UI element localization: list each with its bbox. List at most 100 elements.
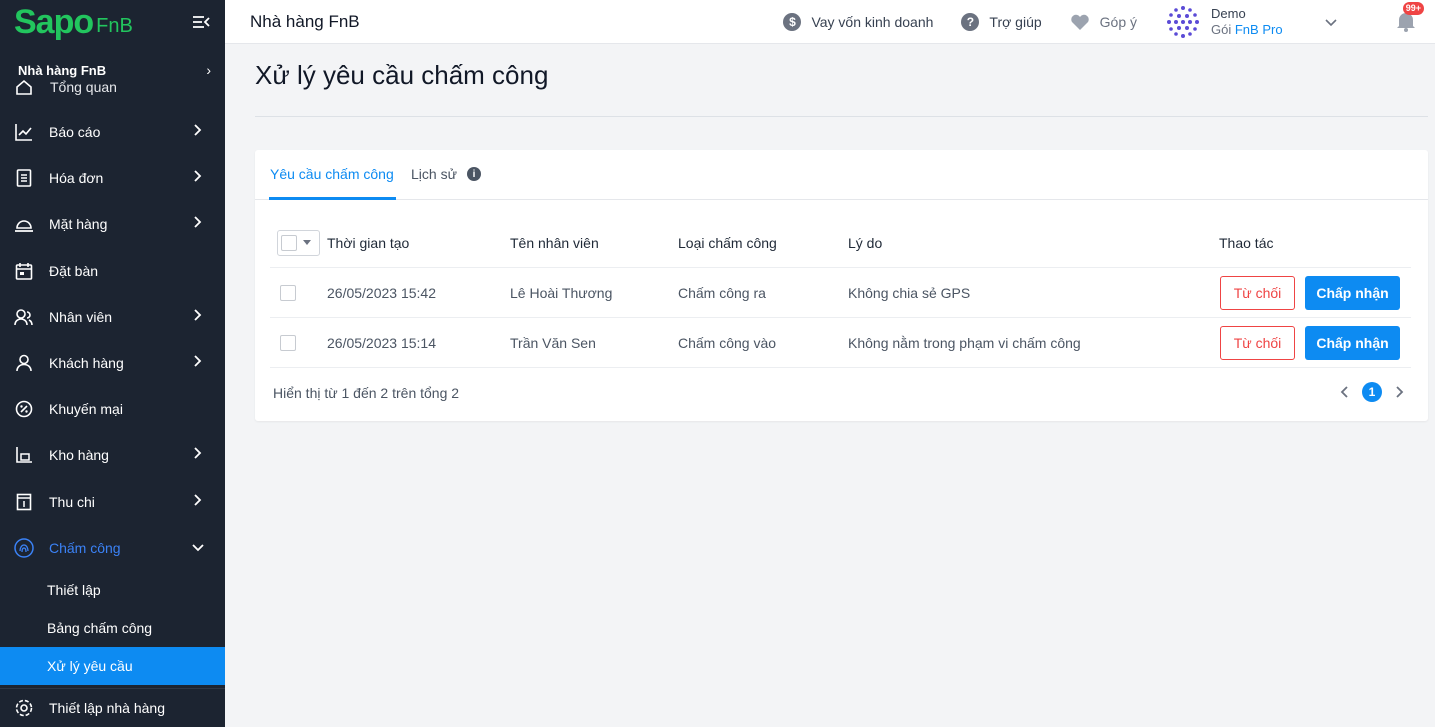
sidebar-subitem-handle-requests[interactable]: Xử lý yêu cầu: [0, 646, 225, 685]
sidebar-item-label: Báo cáo: [49, 124, 101, 141]
sidebar-item-label: Hóa đơn: [49, 170, 104, 187]
select-all-checkbox[interactable]: [277, 229, 320, 256]
staff-icon: [14, 307, 34, 327]
tab-history[interactable]: Lịch sử i: [411, 166, 481, 182]
gear-icon: [15, 699, 33, 717]
column-header-name: Tên nhân viên: [510, 234, 599, 251]
pagination: 1: [1334, 382, 1410, 402]
logo-suffix: FnB: [96, 14, 133, 37]
column-header-actions: Thao tác: [1219, 234, 1274, 251]
column-header-reason: Lý do: [848, 234, 883, 251]
sidebar-item-cashbook[interactable]: Thu chi: [0, 479, 225, 525]
avatar: [1167, 6, 1199, 38]
sidebar-item-reports[interactable]: Báo cáo: [0, 109, 225, 155]
row-checkbox[interactable]: [280, 334, 296, 351]
sidebar-item-label: Thu chi: [49, 493, 95, 510]
select-all[interactable]: [277, 218, 320, 267]
requests-table: Thời gian tạo Tên nhân viên Loại chấm cô…: [270, 218, 1411, 368]
sidebar-item-reservations[interactable]: Đặt bàn: [0, 248, 225, 294]
row-checkbox[interactable]: [280, 284, 296, 301]
plan-prefix: Gói: [1211, 22, 1232, 37]
sidebar-item-warehouse[interactable]: Kho hàng: [0, 432, 225, 478]
account-menu[interactable]: Demo Gói FnB Pro: [1165, 4, 1375, 40]
cash-icon: [14, 492, 34, 512]
help-link[interactable]: ? Trợ giúp: [961, 13, 1042, 31]
sidebar-item-customers[interactable]: Khách hàng: [0, 340, 225, 386]
checkbox[interactable]: [281, 234, 297, 251]
row-employee-name: Trần Văn Sen: [510, 334, 596, 351]
logo-brand: Sapo: [14, 3, 94, 41]
sidebar-item-label: Mặt hàng: [49, 216, 108, 233]
reject-button[interactable]: Từ chối: [1220, 275, 1295, 310]
row-time: 26/05/2023 15:42: [327, 284, 436, 301]
sidebar-item-staff[interactable]: Nhân viên: [0, 294, 225, 340]
warehouse-icon: [14, 445, 34, 465]
tab-history-label: Lịch sử: [411, 166, 457, 182]
sidebar-item-label: Khách hàng: [49, 355, 124, 372]
sidebar-item-overview[interactable]: Tổng quan: [0, 76, 225, 98]
sidebar-item-restaurant-settings[interactable]: Thiết lập nhà hàng: [0, 688, 225, 727]
row-type: Chấm công vào: [678, 334, 777, 351]
logo[interactable]: Sapo FnB: [0, 0, 225, 44]
loan-label: Vay vốn kinh doanh: [811, 14, 934, 30]
pagination-summary: Hiển thị từ 1 đến 2 trên tổng 2: [273, 385, 460, 401]
dollar-icon: $: [783, 13, 802, 31]
help-label: Trợ giúp: [989, 14, 1042, 30]
page-title: Xử lý yêu cầu chấm công: [255, 60, 549, 90]
sidebar: Sapo FnB Nhà hàng FnB › Tổng quan Báo cá…: [0, 0, 225, 727]
sidebar-subitem-timesheet[interactable]: Bảng chấm công: [0, 609, 225, 647]
chevron-right-icon: [1396, 386, 1404, 398]
chart-line-icon: [14, 122, 34, 142]
active-tab-indicator: [269, 197, 396, 200]
row-reason: Không nằm trong phạm vi chấm công: [848, 334, 1081, 351]
sidebar-item-invoices[interactable]: Hóa đơn: [0, 155, 225, 201]
row-time: 26/05/2023 15:14: [327, 334, 436, 351]
sidebar-item-label: Chấm công: [49, 539, 121, 556]
sidebar-item-promotions[interactable]: Khuyến mại: [0, 386, 225, 432]
sidebar-subitem-setup[interactable]: Thiết lập: [0, 571, 225, 609]
sidebar-item-products[interactable]: Mặt hàng: [0, 201, 225, 247]
sidebar-item-label: Khuyến mại: [49, 401, 123, 418]
prev-page-button[interactable]: [1334, 382, 1354, 402]
invoice-icon: [14, 168, 34, 188]
fingerprint-icon: [14, 538, 34, 558]
heart-icon: [1070, 14, 1089, 30]
topbar: Nhà hàng FnB $ Vay vốn kinh doanh ? Trợ …: [225, 0, 1435, 44]
page-number[interactable]: 1: [1362, 382, 1382, 402]
tab-requests[interactable]: Yêu cầu chấm công: [270, 166, 394, 182]
caret-down-icon[interactable]: [303, 240, 311, 245]
sidebar-item-label: Thiết lập nhà hàng: [49, 700, 165, 716]
row-employee-name: Lê Hoài Thương: [510, 284, 613, 301]
column-header-type: Loại chấm công: [678, 234, 777, 251]
column-header-time: Thời gian tạo: [327, 234, 410, 251]
notification-badge: 99+: [1402, 2, 1424, 15]
next-page-button[interactable]: [1390, 382, 1410, 402]
promotion-icon: [14, 399, 34, 419]
accept-button[interactable]: Chấp nhận: [1305, 325, 1400, 360]
chevron-right-icon: [194, 216, 202, 229]
sidebar-item-label: Kho hàng: [49, 447, 109, 464]
chevron-right-icon: [194, 170, 202, 182]
info-icon[interactable]: i: [466, 167, 481, 181]
help-icon: ?: [961, 13, 980, 31]
account-name: Demo: [1211, 5, 1246, 21]
chevron-right-icon: [194, 447, 202, 459]
feedback-link[interactable]: Góp ý: [1070, 13, 1137, 31]
chevron-right-icon: [194, 493, 202, 506]
sidebar-item-label: Tổng quan: [50, 79, 117, 95]
chevron-right-icon: [194, 124, 202, 136]
plan-name: FnB Pro: [1234, 22, 1283, 37]
table-row: 26/05/2023 15:14 Trần Văn Sen Chấm công …: [270, 318, 1411, 368]
row-reason: Không chia sẻ GPS: [848, 284, 971, 301]
sidebar-item-timekeeping[interactable]: Chấm công: [0, 525, 225, 571]
chevron-right-icon: [194, 355, 202, 367]
requests-card: Yêu cầu chấm công Lịch sử i Thời gian tạ…: [255, 150, 1428, 421]
chevron-left-icon: [1340, 386, 1348, 398]
chevron-down-icon: [192, 544, 204, 551]
notifications[interactable]: 99+: [1375, 0, 1435, 44]
loan-link[interactable]: $ Vay vốn kinh doanh: [783, 13, 933, 31]
collapse-menu-icon[interactable]: [191, 12, 211, 32]
accept-button[interactable]: Chấp nhận: [1305, 275, 1400, 310]
customer-icon: [14, 353, 34, 373]
reject-button[interactable]: Từ chối: [1220, 325, 1295, 360]
